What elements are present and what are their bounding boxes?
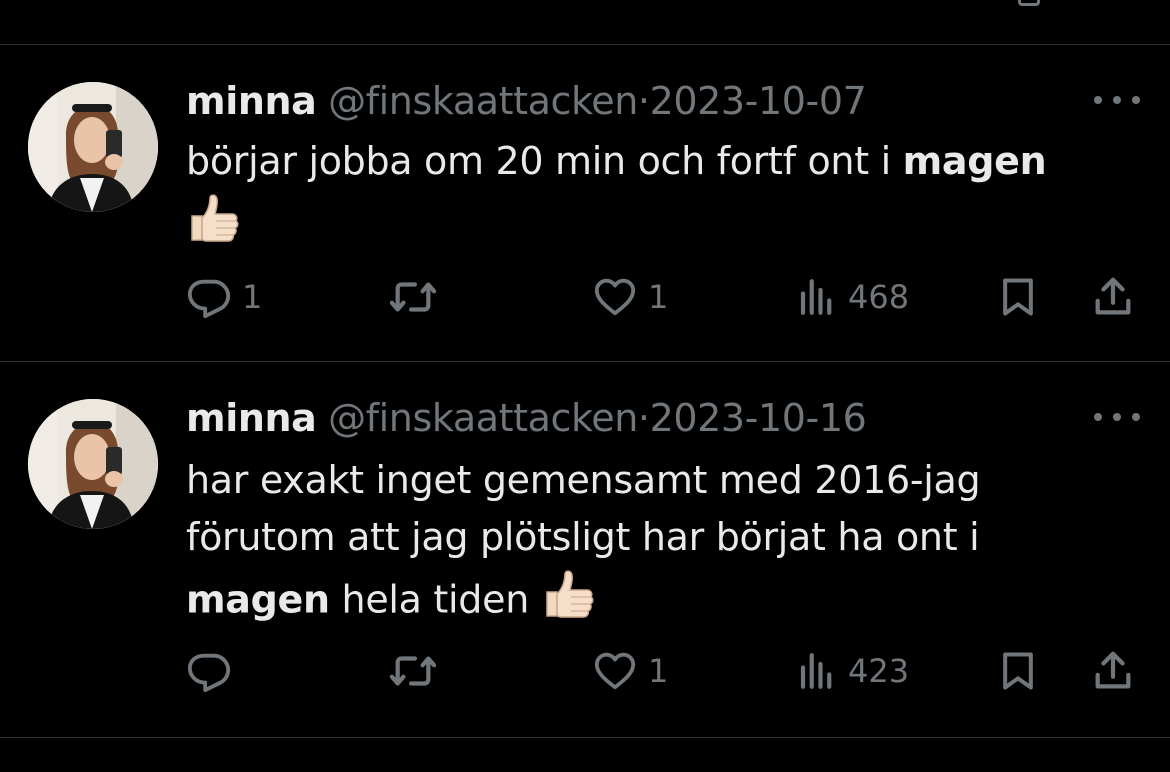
thumbs-up-icon	[186, 190, 242, 262]
more-icon	[1094, 96, 1102, 104]
like-count: 1	[648, 278, 669, 316]
more-button[interactable]	[1094, 410, 1140, 424]
thumbs-up-icon	[541, 566, 597, 638]
avatar[interactable]	[28, 399, 158, 529]
divider	[0, 737, 1170, 738]
tweet-header: minna @finskaattacken·2023-10-16	[186, 395, 867, 441]
share-icon	[1095, 651, 1131, 689]
avatar-image	[28, 82, 158, 212]
retweet-button[interactable]	[388, 641, 448, 701]
like-count: 1	[648, 652, 669, 690]
action-bar: 1 1 468	[0, 267, 1170, 327]
tweet[interactable]: minna @finskaattacken·2023-10-07 börjar …	[0, 45, 1170, 361]
views-icon	[800, 279, 832, 315]
view-count: 423	[848, 652, 910, 690]
bookmark-button[interactable]	[996, 641, 1040, 701]
more-icon-dot	[1132, 96, 1140, 104]
views-icon	[800, 653, 832, 689]
retweet-icon	[389, 656, 437, 686]
tweet-date[interactable]: 2023-10-16	[650, 396, 867, 440]
top-icon-stub	[1018, 0, 1040, 6]
view-count: 468	[848, 278, 910, 316]
bookmark-icon	[1003, 278, 1033, 316]
share-button[interactable]	[1090, 641, 1136, 701]
bookmark-button[interactable]	[996, 267, 1040, 327]
views-button[interactable]: 468	[796, 267, 909, 327]
reply-icon	[187, 653, 231, 693]
more-button[interactable]	[1094, 93, 1140, 107]
reply-button[interactable]: 1	[186, 267, 262, 327]
retweet-button[interactable]	[388, 267, 448, 327]
avatar[interactable]	[28, 82, 158, 212]
tweet-text: har exakt inget gemensamt med 2016-jag f…	[186, 452, 1046, 638]
reply-icon	[187, 279, 231, 319]
heart-icon	[594, 652, 636, 690]
more-icon-dot	[1113, 96, 1121, 104]
tweet-text-segment: hela tiden	[329, 577, 530, 622]
reply-count: 1	[242, 278, 263, 316]
tweet-text: börjar jobba om 20 min och fortf ont i m…	[186, 133, 1126, 262]
more-icon	[1094, 413, 1102, 421]
tweet-text-bold: magen	[902, 139, 1047, 183]
action-bar: 1 423	[0, 641, 1170, 701]
more-icon-dot	[1132, 413, 1140, 421]
views-button[interactable]: 423	[796, 641, 909, 701]
tweet-text-segment: börjar jobba om 20 min och fortf ont i	[186, 139, 903, 183]
share-button[interactable]	[1090, 267, 1136, 327]
handle[interactable]: @finskaattacken	[328, 396, 638, 440]
tweet-text-bold: magen	[186, 577, 330, 622]
handle[interactable]: @finskaattacken	[328, 79, 638, 123]
tweet[interactable]: minna @finskaattacken·2023-10-16 har exa…	[0, 362, 1170, 737]
like-button[interactable]: 1	[592, 267, 668, 327]
avatar-image	[28, 399, 158, 529]
reply-button[interactable]	[186, 641, 242, 701]
tweet-text-segment: har exakt inget gemensamt med 2016-jag f…	[186, 458, 981, 559]
bookmark-icon	[1003, 652, 1033, 690]
tweet-header: minna @finskaattacken·2023-10-07	[186, 78, 867, 124]
separator-dot: ·	[637, 79, 650, 123]
display-name[interactable]: minna	[186, 396, 317, 440]
more-icon-dot	[1113, 413, 1121, 421]
like-button[interactable]: 1	[592, 641, 668, 701]
retweet-icon	[389, 282, 437, 312]
separator-dot: ·	[637, 396, 650, 440]
heart-icon	[594, 278, 636, 316]
tweet-date[interactable]: 2023-10-07	[650, 79, 867, 123]
display-name[interactable]: minna	[186, 79, 317, 123]
share-icon	[1095, 277, 1131, 315]
